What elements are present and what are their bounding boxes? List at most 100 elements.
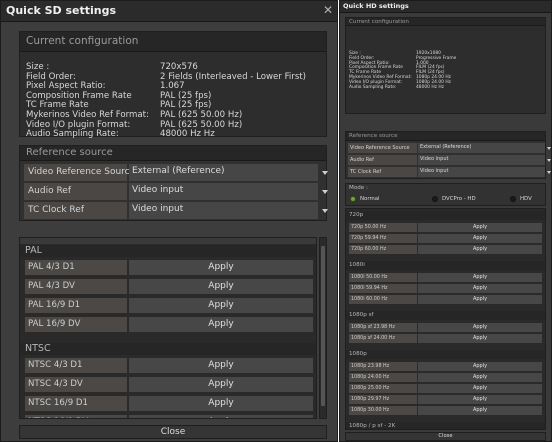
sd-presets-scrollbar[interactable] xyxy=(319,237,327,419)
apply-button[interactable]: Apply xyxy=(418,395,542,404)
hd-current-configuration-panel: Current configuration Size :1920x1080 Fie… xyxy=(345,17,546,114)
apply-button[interactable]: Apply xyxy=(129,415,313,418)
apply-button[interactable]: Apply xyxy=(418,323,542,332)
apply-button[interactable]: Apply xyxy=(418,406,542,415)
sd-scrollbar-thumb[interactable] xyxy=(321,246,325,406)
apply-button[interactable]: Apply xyxy=(418,362,542,371)
apply-button[interactable]: Apply xyxy=(418,295,542,304)
apply-button[interactable]: Apply xyxy=(418,373,542,382)
hd-mode-label: Mode : xyxy=(349,185,368,191)
preset-row: 1080i 50.00 Hz Apply xyxy=(349,273,542,282)
preset-row: 1080p 25.00 Hz Apply xyxy=(349,384,542,393)
apply-button[interactable]: Apply xyxy=(418,234,542,243)
apply-button[interactable]: Apply xyxy=(129,279,313,294)
reference-dropdown[interactable]: Video input xyxy=(418,167,545,177)
preset-row: NTSC 16/9 DVApply xyxy=(25,415,313,418)
reference-row: Video Reference Source External (Referenc… xyxy=(348,143,551,153)
preset-label: 1080p sf 23.98 Hz xyxy=(349,323,417,332)
apply-button[interactable]: Apply xyxy=(129,396,313,411)
group-heading: PAL xyxy=(20,245,316,257)
preset-row: 1080i 59.94 Hz Apply xyxy=(349,284,542,293)
sd-list-spacer xyxy=(20,238,316,244)
preset-label: 1080p 25.00 Hz xyxy=(349,384,417,393)
apply-button[interactable]: Apply xyxy=(418,245,542,254)
preset-row: 1080p 23.98 Hz Apply xyxy=(349,362,542,371)
preset-label: PAL 16/9 D1 xyxy=(25,298,127,313)
preset-row: 1080p sf 24.00 Hz Apply xyxy=(349,334,542,343)
apply-button[interactable]: Apply xyxy=(129,298,313,313)
reference-label: TC Clock Ref xyxy=(348,167,417,177)
radio-dot-icon[interactable] xyxy=(350,196,356,202)
preset-label: PAL 4/3 D1 xyxy=(25,260,127,275)
group-heading: NTSC xyxy=(20,343,316,355)
reference-dropdown[interactable]: External (Reference) xyxy=(129,164,318,181)
sd-presets-list: PAL PAL 4/3 D1 Apply PAL 4/3 DV Apply PAL 16/… xyxy=(19,237,317,419)
preset-row: PAL 4/3 D1 Apply xyxy=(25,260,313,275)
mode-radio-label: Normal xyxy=(360,196,380,202)
chevron-down-icon[interactable] xyxy=(547,171,551,174)
config-key: Audio Sampling Rate: xyxy=(26,129,119,140)
chevron-down-icon[interactable] xyxy=(322,190,328,194)
sd-config-heading: Current configuration xyxy=(20,32,326,52)
apply-button[interactable]: Apply xyxy=(418,384,542,393)
preset-row: PAL 4/3 DV Apply xyxy=(25,279,313,294)
chevron-down-icon[interactable] xyxy=(322,209,328,213)
reference-label: Video Reference Source xyxy=(24,164,135,181)
reference-row: Video Reference Source External (Referenc… xyxy=(24,164,328,181)
mode-radio-label: DVCPro - HD xyxy=(442,196,476,202)
preset-label: 720p 50.00 Hz xyxy=(349,223,417,232)
apply-button[interactable]: Apply xyxy=(418,223,542,232)
reference-row: TC Clock Ref Video input xyxy=(24,202,328,219)
sd-current-configuration-panel: Current configuration Size :720x576 Field… xyxy=(19,31,327,140)
radio-dot-icon[interactable] xyxy=(432,196,438,202)
reference-dropdown[interactable]: Video input xyxy=(129,202,318,219)
preset-label: 1080p 29.97 Hz xyxy=(349,395,417,404)
preset-label: 1080i 60.00 Hz xyxy=(349,295,417,304)
reference-label: Video Reference Source xyxy=(348,143,417,153)
preset-label: PAL 16/9 DV xyxy=(25,317,127,332)
preset-label: PAL 4/3 DV xyxy=(25,279,127,294)
hd-close-button[interactable]: Close xyxy=(345,432,546,441)
hd-titlebar[interactable]: Quick HD settings xyxy=(340,1,551,13)
preset-row: 1080i 60.00 Hz Apply xyxy=(349,295,542,304)
preset-label: NTSC 4/3 D1 xyxy=(25,358,127,373)
chevron-down-icon[interactable] xyxy=(322,171,328,175)
sd-close-button[interactable]: Close xyxy=(19,425,327,439)
chevron-down-icon[interactable] xyxy=(547,159,551,162)
preset-label: 1080i 59.94 Hz xyxy=(349,284,417,293)
sd-titlebar[interactable]: Quick SD settings ✕ xyxy=(1,1,337,22)
mode-radio-label: HDV xyxy=(520,196,532,202)
chevron-down-icon[interactable] xyxy=(547,147,551,150)
reference-label: Audio Ref xyxy=(24,183,127,200)
hd-window-title: Quick HD settings xyxy=(343,2,409,10)
preset-label: NTSC 4/3 DV xyxy=(25,377,127,392)
preset-label: 720p 60.00 Hz xyxy=(349,245,417,254)
apply-button[interactable]: Apply xyxy=(418,284,542,293)
apply-button[interactable]: Apply xyxy=(129,358,313,373)
group-heading: 1080p / p sf - 2K xyxy=(346,422,545,429)
preset-label: 1080p 23.98 Hz xyxy=(349,362,417,371)
reference-label: TC Clock Ref xyxy=(24,202,127,219)
apply-button[interactable]: Apply xyxy=(418,273,542,282)
apply-button[interactable]: Apply xyxy=(129,377,313,392)
apply-button[interactable]: Apply xyxy=(418,334,542,343)
close-icon[interactable]: ✕ xyxy=(323,3,333,17)
hd-config-heading: Current configuration xyxy=(346,18,545,26)
reference-dropdown[interactable]: Video input xyxy=(418,155,545,165)
preset-row: 1080p 30.00 Hz Apply xyxy=(349,406,542,415)
radio-dot-icon[interactable] xyxy=(510,196,516,202)
preset-row: NTSC 4/3 DV Apply xyxy=(25,377,313,392)
preset-label: 1080p sf 24.00 Hz xyxy=(349,334,417,343)
preset-row: NTSC 16/9 D1 Apply xyxy=(25,396,313,411)
reference-dropdown[interactable]: External (Reference) xyxy=(418,143,545,153)
apply-button[interactable]: Apply xyxy=(129,317,313,332)
config-value: 48000 Hz Hz xyxy=(416,84,444,90)
reference-dropdown[interactable]: Video input xyxy=(129,183,318,200)
preset-row: 720p 59.94 Hz Apply xyxy=(349,234,542,243)
sd-reference-source-panel: Reference source Video Reference Source E… xyxy=(19,145,328,221)
preset-row: 720p 60.00 Hz Apply xyxy=(349,245,542,254)
preset-label: 1080p 24.00 Hz xyxy=(349,373,417,382)
apply-button[interactable]: Apply xyxy=(129,260,313,275)
group-heading: 1080p sf xyxy=(346,311,545,320)
config-key: Audio Sampling Rate: xyxy=(349,84,397,90)
